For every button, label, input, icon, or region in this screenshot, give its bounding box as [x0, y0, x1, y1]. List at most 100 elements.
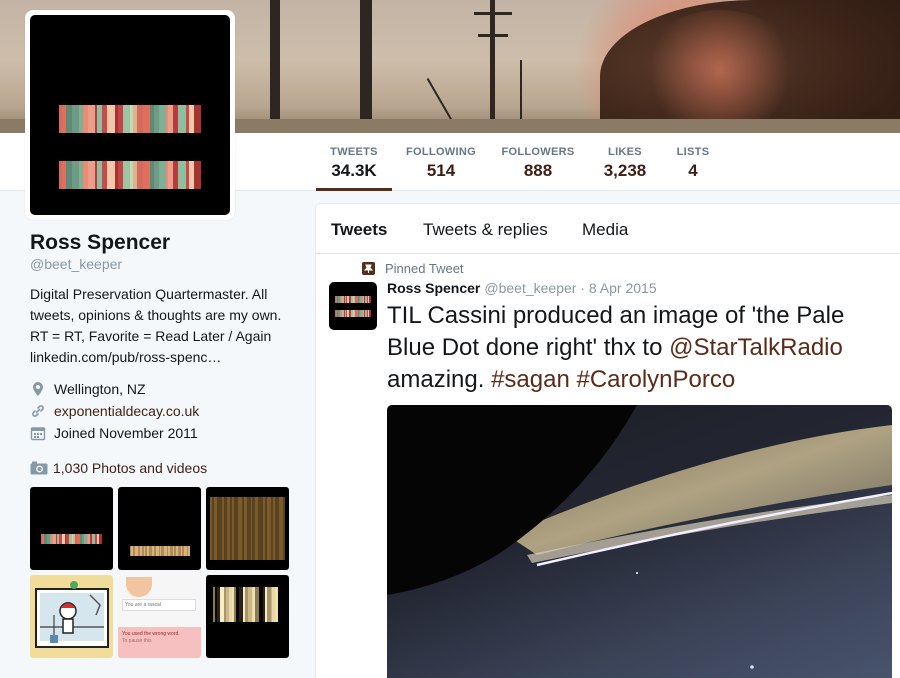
stat-lists[interactable]: LISTS 4 [670, 133, 716, 191]
cartoon-image [35, 581, 109, 648]
barcode-stripe [194, 161, 201, 189]
photo-thumbnail[interactable] [30, 487, 113, 570]
tab-media[interactable]: Media [582, 220, 628, 240]
barcode-stripe [107, 161, 115, 189]
barcode-stripe [142, 161, 151, 189]
stat-likes[interactable]: LIKES 3,238 [596, 133, 654, 191]
barcode-stripe [178, 105, 186, 133]
pin-icon [362, 262, 375, 275]
stat-value: 514 [426, 161, 456, 180]
tweet-avatar-barcode [335, 310, 371, 317]
stat-following[interactable]: FOLLOWING 514 [402, 133, 480, 191]
barcode-stripe [87, 161, 95, 189]
thumb-barcode [210, 497, 285, 560]
barcode-stripe [71, 161, 80, 189]
banner-pole-crossbar [474, 12, 512, 15]
tweet-mention[interactable]: @StarTalkRadio [669, 334, 843, 361]
avatar-image [30, 15, 230, 215]
barcode-stripe [274, 587, 278, 622]
tweet-text-part: amazing. [387, 366, 492, 393]
barcode-stripe [71, 105, 80, 133]
profile-bio: Digital Preservation Quartermaster. All … [30, 284, 300, 368]
timeline-tabs: Tweets Tweets & replies Media [316, 204, 900, 254]
barcode-stripe [123, 105, 130, 133]
profile-joined: Joined November 2011 [30, 422, 300, 444]
thumb-caption-bottom-2: To pause this [122, 638, 152, 644]
banner-tree-glow [640, 10, 800, 130]
photo-thumbnail[interactable]: You are a rascal You used the wrong word… [118, 575, 201, 658]
tweet-hashtag[interactable]: #sagan [491, 366, 570, 393]
thumb-error-box: You used the wrong word. To pause this [118, 627, 201, 658]
profile-name[interactable]: Ross Spencer [30, 230, 300, 256]
location-text: Wellington, NZ [54, 381, 146, 397]
website-link[interactable]: exponentialdecay.co.uk [54, 403, 199, 419]
tab-tweets[interactable]: Tweets [331, 220, 387, 240]
tweet-media-image[interactable] [387, 405, 892, 678]
thumb-caption-bottom: You used the wrong word. [122, 631, 180, 637]
tweet-header: Ross Spencer @beet_keeper · 8 Apr 2015 [387, 280, 657, 296]
barcode-stripe [142, 105, 151, 133]
tweet-author-name[interactable]: Ross Spencer [387, 280, 480, 296]
tweet-separator: · [576, 280, 589, 296]
tweet-author-handle[interactable]: @beet_keeper [484, 280, 576, 296]
banner-pole [490, 0, 495, 133]
stat-value: 888 [523, 161, 553, 180]
map-pin-icon [33, 382, 43, 396]
barcode-stripe [158, 105, 166, 133]
banner-pole-crossbar [478, 34, 508, 37]
bio-line: Digital Preservation Quartermaster. All [30, 286, 268, 302]
stat-value: 4 [688, 161, 698, 180]
stat-label: FOLLOWING [406, 146, 476, 158]
bio-link[interactable]: linkedin.com/pub/ross-spenc… [30, 347, 300, 368]
barcode-stripe [369, 310, 371, 317]
thumb-barcode [41, 534, 102, 544]
profile-avatar[interactable] [25, 10, 235, 220]
barcode-stripe [123, 161, 130, 189]
barcode-stripe [188, 546, 190, 556]
stat-followers[interactable]: FOLLOWERS 888 [498, 133, 578, 191]
barcode-stripe [282, 497, 285, 560]
tweet-avatar-barcode [335, 296, 371, 303]
stat-label: TWEETS [330, 146, 378, 158]
stat-value: 34.3K [331, 161, 377, 180]
barcode-stripe [158, 161, 166, 189]
profile-website[interactable]: exponentialdecay.co.uk [30, 400, 300, 422]
barcode-stripe [369, 296, 371, 303]
profile-meta: Wellington, NZ exponentialdecay.co.uk Jo… [30, 378, 300, 444]
barcode-stripe [99, 534, 102, 544]
stat-value: 3,238 [603, 161, 647, 180]
link-icon [32, 405, 44, 417]
tweet-text: TIL Cassini produced an image of 'the Pa… [387, 300, 897, 396]
profile-handle[interactable]: @beet_keeper [30, 256, 300, 272]
profile-card: Ross Spencer @beet_keeper Digital Preser… [30, 230, 300, 444]
stat-tweets[interactable]: TWEETS 34.3K [316, 133, 392, 191]
banner-pole [270, 0, 280, 133]
thumb-caption-top: You are a rascal [122, 599, 196, 611]
bio-line: RT = RT, Favorite = Read Later / Again [30, 328, 272, 344]
photos-videos-link[interactable]: 1,030 Photos and videos [30, 460, 207, 476]
avatar-barcode-top [59, 105, 201, 133]
photo-thumbnail[interactable] [206, 575, 289, 658]
tweet-hashtag[interactable]: #CarolynPorco [576, 366, 735, 393]
photo-thumbnail[interactable] [206, 487, 289, 570]
stat-label: LIKES [608, 146, 642, 158]
thumb-barcode [213, 587, 278, 622]
tweet-avatar[interactable] [329, 282, 377, 330]
barcode-stripe [194, 105, 201, 133]
avatar-barcode-bottom [59, 161, 201, 189]
pinned-text: Pinned Tweet [385, 261, 464, 276]
joined-text: Joined November 2011 [54, 425, 198, 441]
photo-thumbnail[interactable] [118, 487, 201, 570]
barcode-stripe [87, 105, 95, 133]
camera-icon [30, 461, 48, 475]
tweet-date[interactable]: 8 Apr 2015 [589, 280, 657, 296]
barcode-stripe [107, 105, 115, 133]
pinned-tweet-label: Pinned Tweet [362, 261, 464, 276]
saturn-image [387, 405, 892, 669]
tab-tweets-replies[interactable]: Tweets & replies [423, 220, 548, 240]
stat-label: LISTS [676, 146, 710, 158]
stat-label: FOLLOWERS [501, 146, 575, 158]
profile-location: Wellington, NZ [30, 378, 300, 400]
banner-pole [360, 0, 372, 133]
photo-thumbnail[interactable] [30, 575, 113, 658]
